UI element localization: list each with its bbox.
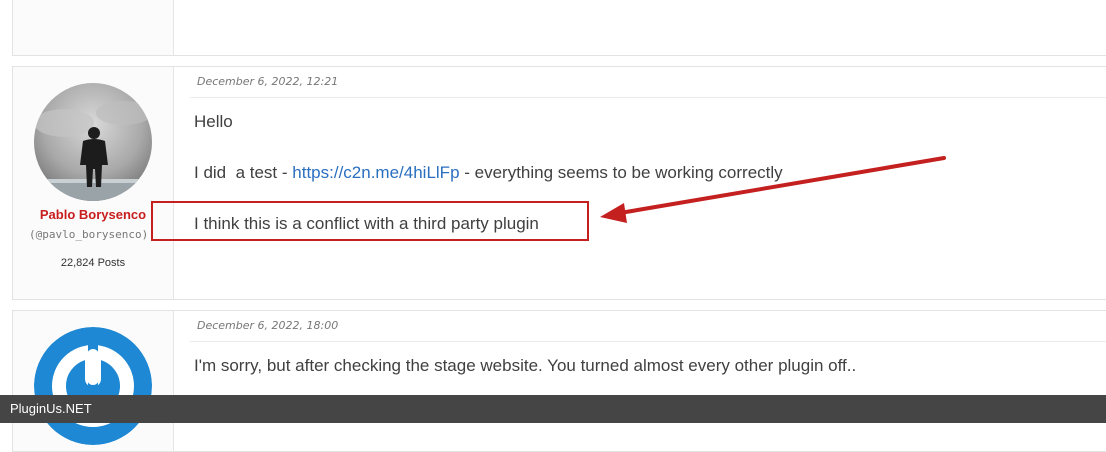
screenshot-link[interactable]: https://c2n.me/4hiLlFp <box>292 163 459 182</box>
message-text: I did a test - <box>194 163 293 182</box>
author-avatar[interactable] <box>34 327 152 445</box>
previous-post <box>12 0 1106 56</box>
forum-post: December 6, 2022, 18:00 I'm sorry, but a… <box>12 310 1106 452</box>
post-date: December 6, 2022, 12:21 <box>197 75 339 88</box>
post-date: December 6, 2022, 18:00 <box>197 319 339 332</box>
author-sidebar: Pablo Borysenco (@pavlo_borysenco) 22,82… <box>13 67 174 299</box>
message-text: - everything seems to be working correct… <box>459 163 783 182</box>
message-line-hello: Hello <box>194 112 233 131</box>
author-post-count: 22,824 Posts <box>60 257 126 269</box>
power-logo-avatar-icon <box>34 327 152 445</box>
divider <box>190 97 1106 98</box>
message-line-sorry: I'm sorry, but after checking the stage … <box>194 356 857 375</box>
person-silhouette-avatar-icon <box>34 83 152 201</box>
author-sidebar <box>13 311 174 451</box>
post-sidebar <box>13 0 174 55</box>
site-footer: PluginUs.NET <box>0 395 1106 423</box>
post-content: December 6, 2022, 12:21 Hello I did a te… <box>174 67 1106 299</box>
author-name[interactable]: Pablo Borysenco <box>13 207 173 222</box>
forum-post: Pablo Borysenco (@pavlo_borysenco) 22,82… <box>12 66 1106 300</box>
post-content: December 6, 2022, 18:00 I'm sorry, but a… <box>174 311 1106 451</box>
divider <box>190 341 1106 342</box>
site-name[interactable]: PluginUs.NET <box>10 401 92 416</box>
highlight-box <box>151 201 589 241</box>
author-avatar[interactable] <box>34 83 152 201</box>
message-line-test: I did a test - https://c2n.me/4hiLlFp - … <box>194 163 783 183</box>
author-handle: (@pavlo_borysenco) <box>29 228 149 241</box>
